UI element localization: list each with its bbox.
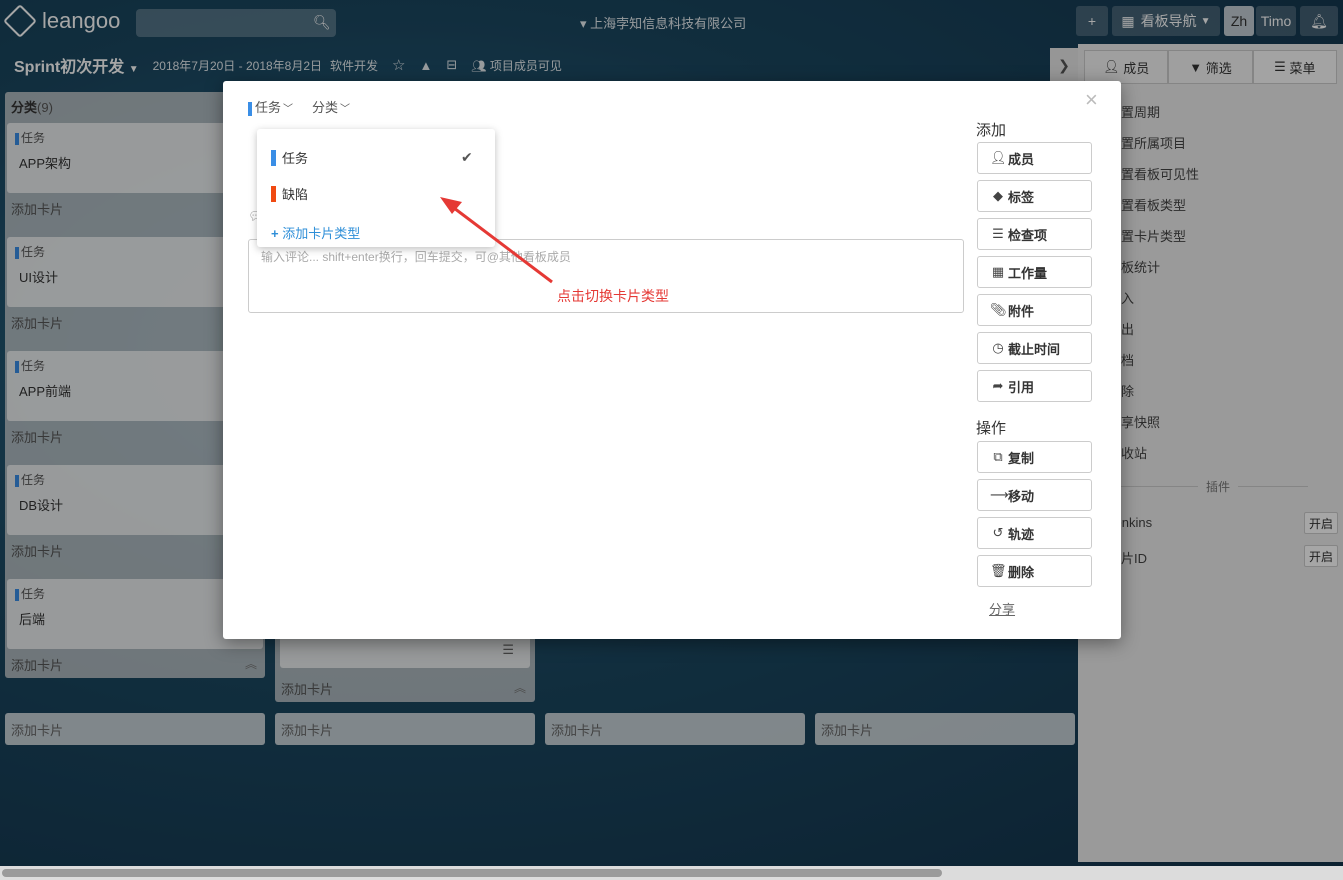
- add-attachment-button[interactable]: 📎︎ 附件: [977, 294, 1092, 326]
- card-type-selector[interactable]: 任务 ﹀: [248, 97, 293, 116]
- history-icon: ↺: [992, 525, 1004, 540]
- history-button[interactable]: ↺ 轨迹: [977, 517, 1092, 549]
- clock-icon: ◷: [992, 340, 1004, 355]
- add-checklist-button[interactable]: ☰ 检查项: [977, 218, 1092, 250]
- checklist-icon: ☰: [992, 226, 1004, 241]
- tag-icon: ◆: [993, 188, 1003, 203]
- workload-icon: ▦: [991, 264, 1005, 279]
- add-deadline-button[interactable]: ◷ 截止时间: [977, 332, 1092, 364]
- add-member-icon: 👤︎: [990, 150, 1007, 165]
- category-selector[interactable]: 分类 ﹀: [312, 97, 350, 116]
- dropdown-item-task[interactable]: 任务: [271, 148, 308, 167]
- chevron-down-icon: ﹀: [283, 104, 294, 115]
- share-link[interactable]: 分享: [989, 599, 1015, 618]
- copy-button[interactable]: ⧉ 复制: [977, 441, 1092, 473]
- share-arrow-icon: ➦: [992, 378, 1004, 393]
- check-icon: ✔: [461, 149, 473, 165]
- delete-button[interactable]: 🗑︎ 删除: [977, 555, 1092, 587]
- plus-icon: +: [271, 226, 279, 241]
- ops-section-title: 操作: [976, 420, 1007, 437]
- add-section-title: 添加: [976, 122, 1007, 139]
- move-button[interactable]: ⟶ 移动: [977, 479, 1092, 511]
- close-icon[interactable]: ×: [1085, 87, 1098, 113]
- annotation-text: 点击切换卡片类型: [557, 288, 669, 304]
- move-icon: ⟶: [990, 487, 1009, 502]
- add-workload-button[interactable]: ▦ 工作量: [977, 256, 1092, 288]
- attachment-icon: 📎︎: [990, 302, 1007, 317]
- dropdown-item-bug[interactable]: 缺陷: [271, 184, 308, 203]
- chevron-down-icon: ﹀: [340, 104, 351, 115]
- horizontal-scrollbar[interactable]: [0, 866, 1343, 880]
- add-member-button[interactable]: 👤︎ 成员: [977, 142, 1092, 174]
- card-type-dropdown: 任务 ✔ 缺陷 + 添加卡片类型: [257, 129, 495, 247]
- copy-icon: ⧉: [993, 449, 1003, 464]
- add-reference-button[interactable]: ➦ 引用: [977, 370, 1092, 402]
- add-tag-button[interactable]: ◆ 标签: [977, 180, 1092, 212]
- scrollbar-thumb[interactable]: [2, 869, 942, 877]
- trash-icon: 🗑︎: [990, 563, 1007, 578]
- add-card-type-link[interactable]: + 添加卡片类型: [271, 223, 360, 242]
